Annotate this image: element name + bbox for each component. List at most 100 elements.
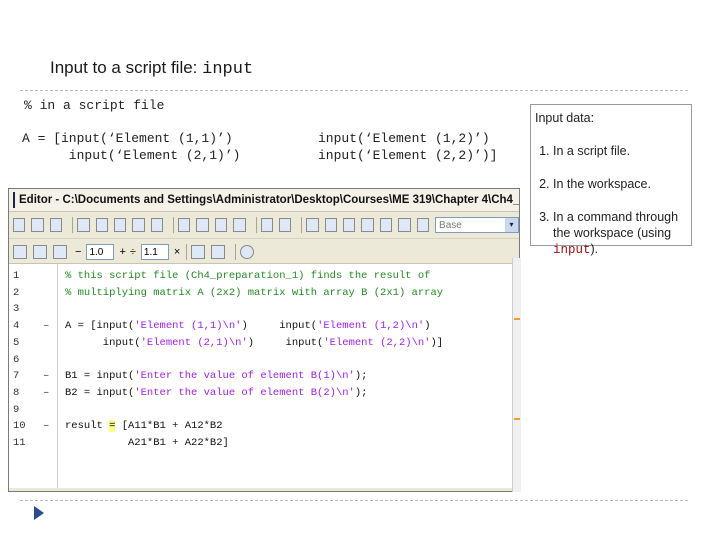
executable-line-marker[interactable]: –: [43, 385, 49, 401]
code-token: );: [354, 370, 368, 383]
chevron-down-icon[interactable]: ▾: [504, 218, 518, 232]
editor-toolbar-main: Base ▾: [9, 212, 519, 239]
code-token: input(: [65, 336, 141, 349]
back-icon[interactable]: [214, 218, 228, 232]
list-item: In a script file.: [553, 143, 687, 159]
eval-advance-icon[interactable]: [53, 245, 67, 259]
code-text: A21*B1 + A22*B2]: [65, 435, 229, 451]
print-icon[interactable]: [178, 218, 191, 232]
toolbar-separator: [173, 217, 174, 233]
slide-title: Input to a script file: input: [50, 58, 253, 79]
undo-icon[interactable]: [132, 218, 145, 232]
cell-options-icon-2[interactable]: [211, 245, 226, 259]
continue-icon[interactable]: [398, 218, 411, 232]
code-token: )]: [430, 336, 444, 349]
toolbar-separator: [235, 244, 237, 260]
list-item: In a command through the workspace (usin…: [553, 209, 687, 258]
stack-select[interactable]: Base ▾: [435, 217, 519, 233]
code-area[interactable]: 1 % this script file (Ch4_preparation_1) …: [9, 263, 519, 488]
cell-mode-icon[interactable]: [13, 245, 27, 259]
cell-value-input-2[interactable]: 1.1: [140, 244, 169, 260]
eval-cell-icon[interactable]: [33, 245, 47, 259]
code-text: % this script file (Ch4_preparation_1) f…: [65, 268, 430, 284]
editor-title: Editor - C:\Documents and Settings\Admin…: [19, 194, 519, 206]
code-token: 'Enter the value of element B(1)\n': [134, 370, 355, 383]
toolbar-separator: [72, 217, 74, 233]
editor-titlebar: Editor - C:\Documents and Settings\Admin…: [9, 189, 519, 212]
code-token: ): [424, 320, 431, 333]
slide-title-code: input: [202, 60, 254, 79]
bottom-divider: [20, 500, 688, 501]
cut-icon[interactable]: [77, 218, 90, 232]
cell-value-input-1[interactable]: 1.0: [86, 244, 115, 260]
paste-icon[interactable]: [113, 218, 127, 232]
decrement-icon[interactable]: −: [75, 246, 81, 258]
redo-icon[interactable]: [150, 218, 164, 232]
code-token: result: [65, 420, 110, 433]
snippet-line2-right: input(‘Element (2,2)’)]: [318, 148, 498, 163]
run-icon[interactable]: [278, 218, 292, 232]
code-token: % multiplying matrix A (2x2) matrix with…: [65, 286, 444, 299]
function-icon[interactable]: [260, 218, 273, 232]
snippet-line1-right: input(‘Element (1,2)’): [318, 131, 490, 146]
increment-icon[interactable]: +: [119, 246, 125, 258]
help-icon[interactable]: [240, 245, 255, 259]
code-token: % this script file (Ch4_preparation_1) f…: [65, 270, 431, 282]
save-icon[interactable]: [49, 218, 63, 232]
executable-line-marker[interactable]: –: [43, 368, 49, 384]
editor-app-icon: [13, 192, 15, 208]
open-icon[interactable]: [31, 218, 44, 232]
copy-icon[interactable]: [95, 218, 108, 232]
code-token: [A11*B1 + A12*B2: [115, 420, 223, 433]
step-icon[interactable]: [343, 218, 356, 232]
cell-options-icon[interactable]: [191, 245, 206, 259]
scroll-marker: [514, 418, 520, 420]
list-item-code: input: [553, 243, 591, 257]
list-item-text: In a command through the workspace (usin…: [553, 210, 679, 240]
code-token: A = [input(: [65, 320, 135, 333]
code-text: B2 = input('Enter the value of element B…: [65, 385, 367, 401]
find-icon[interactable]: [196, 218, 209, 232]
next-slide-icon[interactable]: [34, 506, 44, 520]
multiply-icon[interactable]: ÷: [130, 246, 136, 258]
input-data-heading: Input data:: [535, 111, 595, 125]
executable-line-marker[interactable]: –: [43, 418, 49, 434]
snippet-line2-left: input(‘Element (2,1)’): [22, 148, 241, 163]
list-item-text: In the workspace.: [553, 177, 651, 191]
line-number: 1: [13, 270, 20, 282]
list-item-text: In a script file.: [553, 144, 631, 158]
code-text: result = [A11*B1 + A12*B2: [65, 418, 223, 434]
code-token: 'Enter the value of element B(2)\n': [134, 386, 355, 399]
executable-line-marker[interactable]: –: [43, 318, 49, 334]
list-item: In the workspace.: [553, 176, 687, 192]
line-number: 7: [13, 370, 20, 383]
code-token: ) input(: [241, 320, 318, 333]
breakpoint-icon[interactable]: [306, 218, 319, 232]
code-token: 'Element (2,2)\n': [323, 336, 431, 349]
code-token: );: [354, 386, 368, 399]
input-data-box: Input data: In a script file. In the wor…: [530, 104, 692, 257]
step-out-icon[interactable]: [379, 218, 393, 232]
snippet-line1-left: A = [input(‘Element (1,1)’): [22, 131, 233, 146]
list-item-tail: ).: [590, 242, 599, 256]
multiply-icon-2[interactable]: ×: [174, 246, 180, 258]
line-number: 8: [13, 386, 20, 399]
code-token: ) input(: [247, 336, 324, 349]
code-token: 'Element (2,1)\n': [140, 336, 248, 349]
gutter-divider: [57, 264, 58, 488]
line-number: 2: [13, 286, 20, 299]
line-number: 4: [13, 320, 20, 333]
line-number: 3: [13, 303, 20, 316]
editor-scrollbar[interactable]: [512, 258, 521, 492]
toolbar-separator: [255, 217, 257, 233]
exit-debug-icon[interactable]: [416, 218, 430, 232]
snippet-comment: % in a script file: [24, 98, 165, 113]
forward-icon[interactable]: [233, 218, 246, 232]
code-text: B1 = input('Enter the value of element B…: [65, 368, 367, 384]
code-token: B1 = input(: [65, 370, 135, 383]
step-in-icon[interactable]: [361, 218, 374, 232]
toolbar-separator: [186, 244, 188, 260]
new-file-icon[interactable]: [13, 218, 26, 232]
clear-breakpoints-icon[interactable]: [324, 218, 337, 232]
code-token: 'Element (1,1)\n': [134, 320, 242, 333]
